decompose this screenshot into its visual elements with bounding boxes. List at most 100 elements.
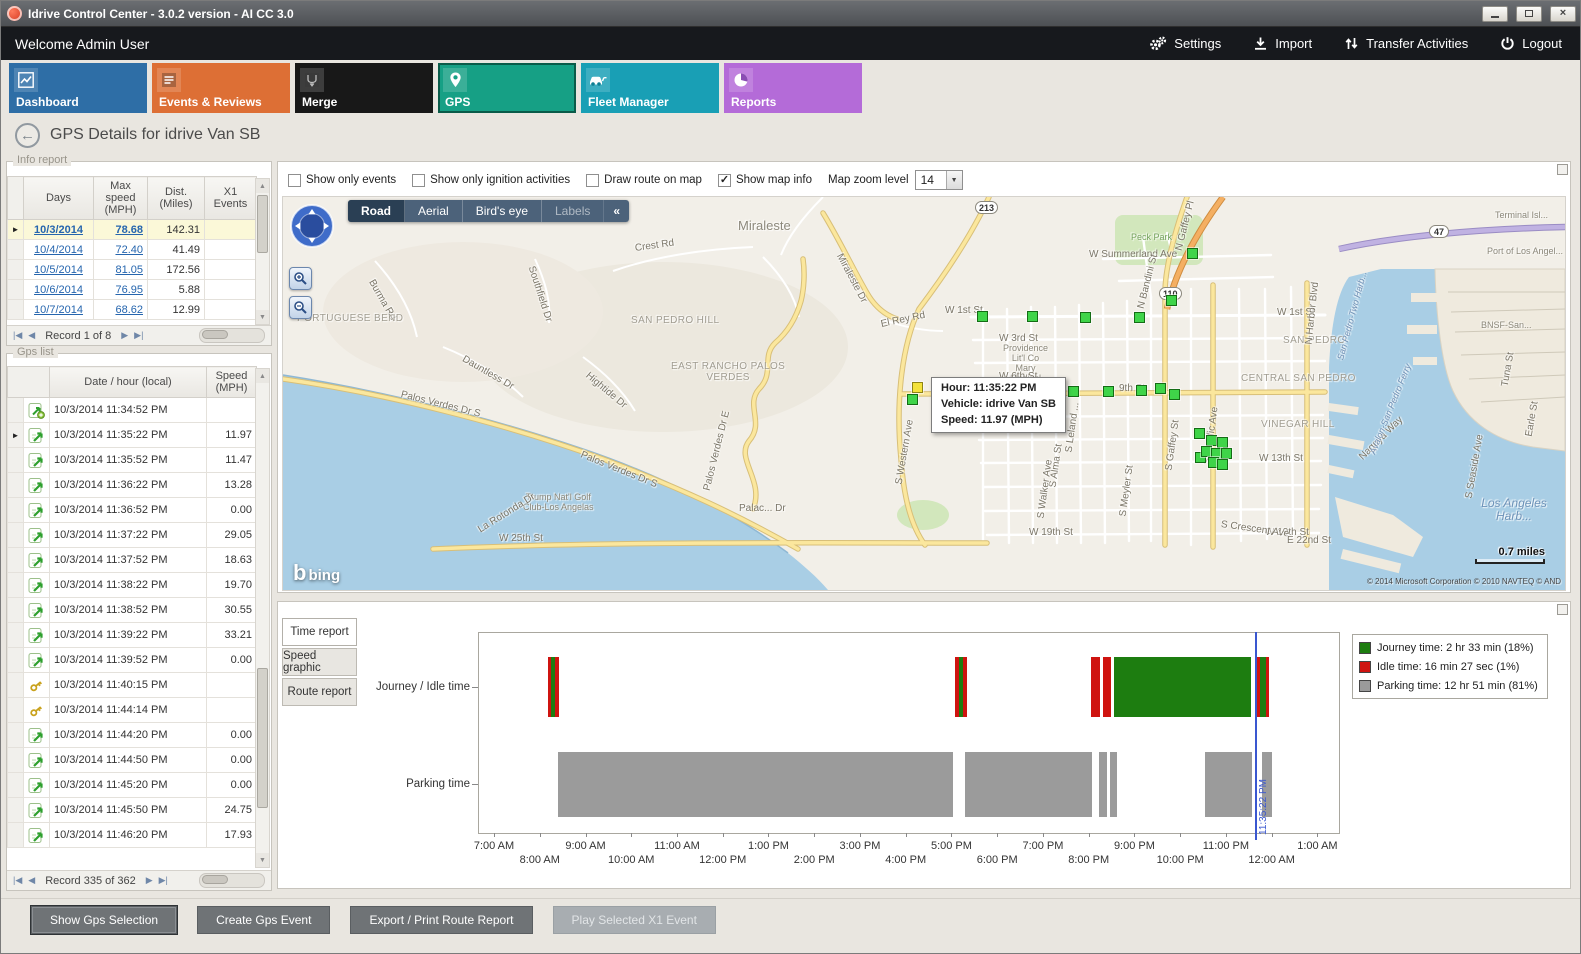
- gps-list-row[interactable]: 10/3/2014 11:38:22 PM19.70: [8, 573, 257, 598]
- pager-last-button[interactable]: ▶|: [159, 876, 168, 885]
- nav-tile-reports[interactable]: Reports: [724, 63, 862, 113]
- maximize-button[interactable]: [1516, 6, 1542, 22]
- gps-marker[interactable]: [977, 311, 988, 322]
- column-header-max-speed[interactable]: Max speed (MPH): [94, 177, 148, 220]
- max-speed-cell[interactable]: 68.62: [94, 300, 148, 320]
- pager-prev-button[interactable]: ◀: [28, 331, 35, 340]
- day-link[interactable]: 10/3/2014: [34, 224, 83, 236]
- map-option-draw-route-on-map[interactable]: Draw route on map: [586, 174, 702, 187]
- day-cell[interactable]: 10/6/2014: [24, 280, 94, 300]
- map-zoom-in-button[interactable]: [289, 267, 312, 290]
- show-gps-selection-button[interactable]: Show Gps Selection: [31, 906, 177, 934]
- scrollbar-thumb[interactable]: [257, 195, 268, 253]
- map-pan-compass[interactable]: [289, 203, 335, 254]
- column-header-dist[interactable]: Dist. (Miles): [148, 177, 205, 220]
- info-report-row[interactable]: 10/5/201481.05172.56: [8, 260, 257, 280]
- topbar-logout-button[interactable]: Logout: [1500, 36, 1562, 52]
- pager-first-button[interactable]: |◀: [13, 876, 22, 885]
- day-link[interactable]: 10/7/2014: [34, 304, 83, 316]
- nav-tile-events-reviews[interactable]: Events & Reviews: [152, 63, 290, 113]
- day-cell[interactable]: 10/3/2014: [24, 220, 94, 240]
- selected-gps-marker[interactable]: [912, 382, 923, 393]
- gps-list-row[interactable]: 10/3/2014 11:39:52 PM0.00: [8, 648, 257, 673]
- day-link[interactable]: 10/4/2014: [34, 244, 83, 256]
- column-header-speed[interactable]: Speed (MPH): [207, 367, 257, 398]
- max-speed-cell[interactable]: 78.68: [94, 220, 148, 240]
- gps-list-row[interactable]: 10/3/2014 11:44:14 PM: [8, 698, 257, 723]
- pager-last-button[interactable]: ▶|: [134, 331, 143, 340]
- vertical-scrollbar[interactable]: ▲ ▼: [255, 368, 270, 868]
- scroll-up-button[interactable]: ▲: [256, 179, 269, 193]
- gps-list-row[interactable]: 10/3/2014 11:45:20 PM0.00: [8, 773, 257, 798]
- gps-marker[interactable]: [1206, 435, 1217, 446]
- topbar-transfer-activities-button[interactable]: Transfer Activities: [1344, 36, 1468, 52]
- map-style-aerial[interactable]: Aerial: [405, 200, 463, 222]
- gps-list-row[interactable]: 10/3/2014 11:36:52 PM0.00: [8, 498, 257, 523]
- nav-tile-merge[interactable]: Merge: [295, 63, 433, 113]
- pager-first-button[interactable]: |◀: [13, 331, 22, 340]
- gps-marker[interactable]: [1187, 248, 1198, 259]
- info-report-row[interactable]: 10/7/201468.6212.99: [8, 300, 257, 320]
- column-header-x1-events[interactable]: X1 Events: [205, 177, 257, 220]
- topbar-import-button[interactable]: Import: [1253, 36, 1312, 52]
- map-style-road[interactable]: Road: [348, 200, 405, 222]
- gps-list-row[interactable]: 10/3/2014 11:36:22 PM13.28: [8, 473, 257, 498]
- bing-map[interactable]: RoadAerialBird's eyeLabels«: [282, 196, 1566, 591]
- nav-tile-dashboard[interactable]: Dashboard: [9, 63, 147, 113]
- map-tabs-collapse-button[interactable]: «: [604, 200, 629, 222]
- max-speed-cell[interactable]: 76.95: [94, 280, 148, 300]
- create-gps-event-button[interactable]: Create Gps Event: [197, 906, 330, 934]
- max-speed-cell[interactable]: 72.40: [94, 240, 148, 260]
- gps-marker[interactable]: [1166, 295, 1177, 306]
- tab-speed-graphic[interactable]: Speed graphic: [282, 648, 357, 676]
- gps-list-row[interactable]: 10/3/2014 11:39:22 PM33.21: [8, 623, 257, 648]
- minimize-button[interactable]: [1482, 6, 1508, 22]
- map-style-labels[interactable]: Labels: [542, 200, 604, 222]
- scrollbar-thumb[interactable]: [202, 875, 228, 884]
- column-header-datetime[interactable]: Date / hour (local): [50, 367, 207, 398]
- scroll-down-button[interactable]: ▼: [256, 310, 269, 324]
- gps-marker[interactable]: [1194, 428, 1205, 439]
- day-cell[interactable]: 10/7/2014: [24, 300, 94, 320]
- info-report-row[interactable]: 10/6/201476.955.88: [8, 280, 257, 300]
- topbar-settings-button[interactable]: Settings: [1149, 36, 1221, 52]
- gps-marker[interactable]: [1134, 312, 1145, 323]
- day-link[interactable]: 10/6/2014: [34, 284, 83, 296]
- gps-list-row[interactable]: 10/3/2014 11:37:22 PM29.05: [8, 523, 257, 548]
- export-print-route-report-button[interactable]: Export / Print Route Report: [350, 906, 532, 934]
- scrollbar-thumb[interactable]: [202, 330, 228, 339]
- gps-list-row[interactable]: 10/3/2014 11:46:20 PM17.93: [8, 823, 257, 848]
- panel-collapse-button[interactable]: [1557, 604, 1568, 615]
- max-speed-link[interactable]: 76.95: [115, 284, 143, 296]
- gps-list-row[interactable]: 10/3/2014 11:37:52 PM18.63: [8, 548, 257, 573]
- tab-time-report[interactable]: Time report: [282, 618, 357, 646]
- gps-list-row[interactable]: 10/3/2014 11:44:50 PM0.00: [8, 748, 257, 773]
- pager-prev-button[interactable]: ◀: [28, 876, 35, 885]
- gps-marker[interactable]: [1136, 385, 1147, 396]
- day-link[interactable]: 10/5/2014: [34, 264, 83, 276]
- tab-route-report[interactable]: Route report: [282, 678, 357, 706]
- gps-list-row[interactable]: 10/3/2014 11:35:52 PM11.47: [8, 448, 257, 473]
- max-speed-link[interactable]: 68.62: [115, 304, 143, 316]
- gps-list-row[interactable]: 10/3/2014 11:34:52 PM: [8, 398, 257, 423]
- gps-marker[interactable]: [1103, 386, 1114, 397]
- vertical-scrollbar[interactable]: ▲ ▼: [255, 178, 270, 325]
- gps-marker[interactable]: [1027, 311, 1038, 322]
- scroll-up-button[interactable]: ▲: [256, 369, 269, 383]
- map-style-bird-s-eye[interactable]: Bird's eye: [463, 200, 542, 222]
- horizontal-scrollbar[interactable]: [199, 873, 265, 888]
- gps-list-row[interactable]: 10/3/2014 11:38:52 PM30.55: [8, 598, 257, 623]
- close-button[interactable]: ×: [1550, 6, 1576, 22]
- info-report-row[interactable]: ►10/3/201478.68142.31: [8, 220, 257, 240]
- back-button[interactable]: ←: [15, 123, 40, 148]
- map-zoom-select[interactable]: 14 ▼: [915, 170, 963, 190]
- gps-marker[interactable]: [1217, 437, 1228, 448]
- gps-list-row[interactable]: 10/3/2014 11:40:15 PM: [8, 673, 257, 698]
- scroll-down-button[interactable]: ▼: [256, 853, 269, 867]
- gps-marker[interactable]: [1068, 386, 1079, 397]
- gps-marker[interactable]: [1080, 312, 1091, 323]
- day-cell[interactable]: 10/4/2014: [24, 240, 94, 260]
- gps-marker[interactable]: [1155, 383, 1166, 394]
- gps-list-row[interactable]: ►10/3/2014 11:35:22 PM11.97: [8, 423, 257, 448]
- map-option-show-map-info[interactable]: ✓Show map info: [718, 174, 812, 187]
